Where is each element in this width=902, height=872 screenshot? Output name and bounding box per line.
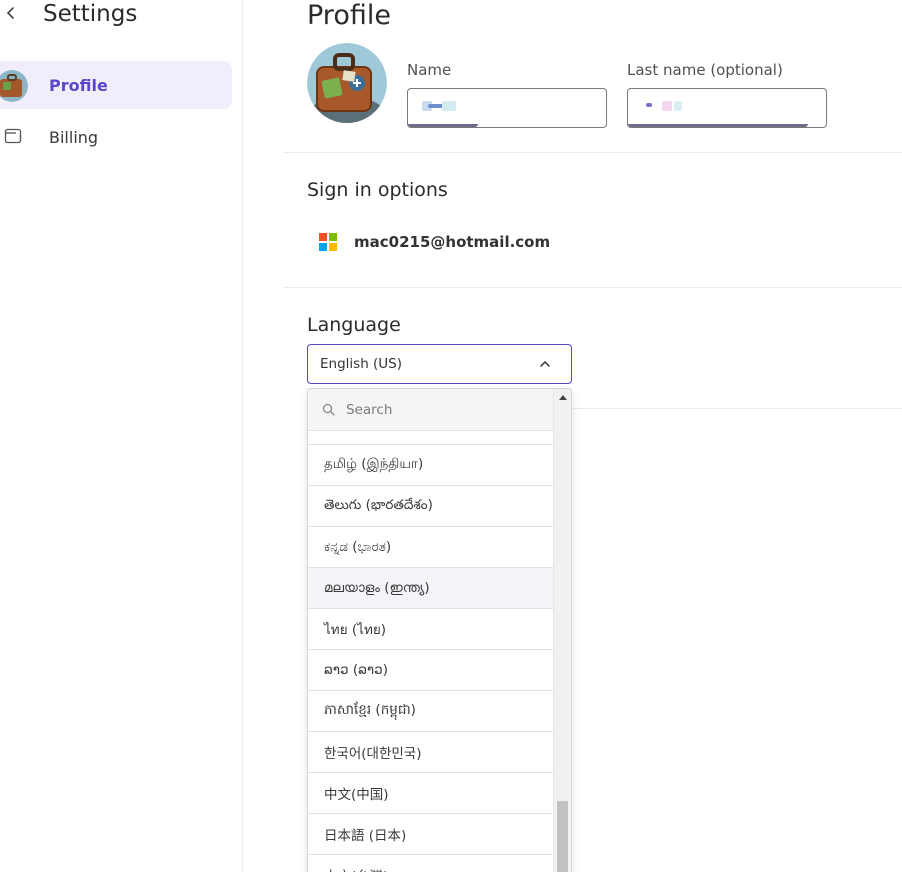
list-item[interactable]: മലയാളം (ഇന്ത്യ) bbox=[308, 568, 554, 609]
list-item[interactable]: 中文(中国) bbox=[308, 773, 554, 814]
wallet-icon bbox=[4, 128, 22, 144]
search-icon bbox=[322, 403, 335, 416]
list-item[interactable] bbox=[308, 431, 554, 445]
scrollbar-thumb[interactable] bbox=[557, 801, 568, 872]
sidebar-item-billing[interactable]: Billing bbox=[0, 113, 232, 161]
language-search bbox=[308, 389, 554, 431]
profile-page: Profile Name Last name (optional) Sign i… bbox=[243, 0, 902, 872]
divider bbox=[573, 408, 902, 409]
sign-in-account: mac0215@hotmail.com bbox=[319, 230, 550, 254]
list-item[interactable]: ಕನ್ನಡ (ಭಾರತ) bbox=[308, 527, 554, 568]
chevron-left-icon bbox=[6, 7, 14, 19]
list-item[interactable]: తెలుగు (భారతదేశం) bbox=[308, 486, 554, 527]
sidebar-item-profile[interactable]: Profile bbox=[0, 61, 232, 109]
language-dropdown: தமிழ் (இந்தியா) తెలుగు (భారతదేశం) ಕನ್ನಡ … bbox=[307, 388, 572, 872]
language-select[interactable]: English (US) bbox=[307, 344, 572, 384]
list-item[interactable]: ລາວ (ລາວ) bbox=[308, 650, 554, 691]
avatar bbox=[0, 70, 28, 102]
name-field[interactable] bbox=[407, 88, 607, 128]
list-item[interactable]: தமிழ் (இந்தியா) bbox=[308, 445, 554, 486]
sidebar-item-label: Billing bbox=[49, 127, 99, 147]
dropdown-scrollbar[interactable] bbox=[553, 389, 571, 872]
list-item[interactable]: 한국어(대한민국) bbox=[308, 732, 554, 773]
page-title: Profile bbox=[307, 0, 391, 31]
language-title: Language bbox=[307, 314, 401, 336]
list-item[interactable]: 中文(台灣) bbox=[308, 855, 554, 872]
sign-in-options-title: Sign in options bbox=[307, 179, 448, 201]
sidebar-item-label: Profile bbox=[49, 75, 108, 95]
last-name-field[interactable] bbox=[627, 88, 827, 128]
sidebar-title: Settings bbox=[43, 1, 138, 27]
chevron-up-icon bbox=[540, 360, 550, 367]
divider bbox=[283, 287, 902, 288]
list-item[interactable]: ភាសាខ្មែរ (កម្ពុជា) bbox=[308, 691, 554, 732]
language-options-list: தமிழ் (இந்தியா) తెలుగు (భారతదేశం) ಕನ್ನಡ … bbox=[308, 431, 554, 872]
name-label: Name bbox=[407, 61, 452, 79]
language-search-input[interactable] bbox=[346, 399, 536, 421]
divider bbox=[283, 152, 902, 153]
scroll-up-arrow-icon[interactable] bbox=[559, 395, 567, 400]
sign-in-email: mac0215@hotmail.com bbox=[354, 233, 551, 251]
back-button[interactable] bbox=[2, 2, 20, 24]
last-name-label: Last name (optional) bbox=[627, 61, 783, 79]
language-selected-value: English (US) bbox=[320, 356, 403, 372]
list-item[interactable]: 日本語 (日本) bbox=[308, 814, 554, 855]
microsoft-logo-icon bbox=[319, 233, 337, 251]
profile-avatar[interactable] bbox=[307, 43, 387, 123]
settings-sidebar: Settings Profile Billing bbox=[0, 0, 243, 872]
list-item[interactable]: ไทย (ไทย) bbox=[308, 609, 554, 650]
